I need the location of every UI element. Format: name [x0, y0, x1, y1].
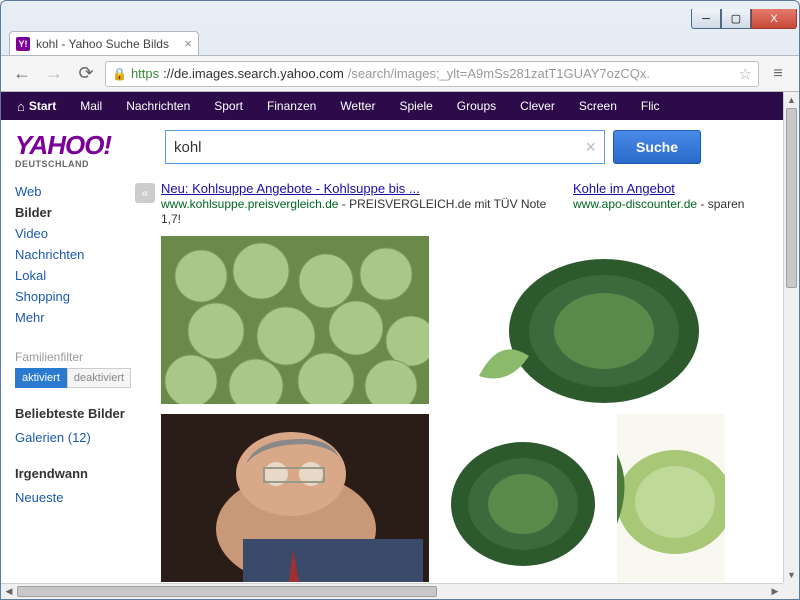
result-image[interactable]	[161, 236, 429, 404]
ynav-item[interactable]: Clever	[508, 92, 567, 120]
yahoo-nav: ⌂StartMailNachrichtenSportFinanzenWetter…	[1, 92, 783, 120]
result-image[interactable]	[439, 236, 725, 404]
collapse-col: «	[133, 181, 157, 583]
reload-button[interactable]: ⟳	[73, 61, 99, 87]
close-button[interactable]: X	[751, 9, 797, 29]
scroll-right-arrow[interactable]: ▶	[767, 584, 783, 599]
sidebar-category[interactable]: Shopping	[15, 286, 133, 307]
scroll-left-arrow[interactable]: ◀	[1, 584, 17, 599]
chrome-menu-button[interactable]: ≡	[765, 61, 791, 87]
results: Neu: Kohlsuppe Angebote - Kohlsuppe bis …	[157, 181, 769, 583]
forward-button[interactable]: →	[41, 61, 67, 87]
lock-icon: 🔒	[112, 67, 127, 81]
ynav-item[interactable]: Finanzen	[255, 92, 328, 120]
ynav-item[interactable]: Sport	[202, 92, 255, 120]
search-input[interactable]	[174, 139, 585, 156]
ad-url: www.kohlsuppe.preisvergleich.de	[161, 197, 338, 211]
ynav-item[interactable]: Groups	[445, 92, 508, 120]
ynav-item[interactable]: Flic	[629, 92, 672, 120]
popular-heading: Beliebteste Bilder	[15, 406, 133, 421]
scroll-corner	[783, 583, 799, 599]
result-image[interactable]	[439, 414, 607, 582]
search-box: × Suche	[165, 130, 769, 164]
page-content: ⌂StartMailNachrichtenSportFinanzenWetter…	[1, 91, 799, 599]
url-path: /search/images;_ylt=A9mSs281zatT1GUAY7oz…	[348, 66, 650, 81]
result-image[interactable]	[617, 414, 725, 582]
filter-on[interactable]: aktiviert	[15, 368, 67, 388]
browser-tab[interactable]: Y! kohl - Yahoo Suche Bilds ×	[9, 31, 199, 55]
ad-url: www.apo-discounter.de	[573, 197, 697, 211]
ynav-item[interactable]: ⌂Start	[5, 92, 68, 120]
ynav-item[interactable]: Mail	[68, 92, 114, 120]
bookmark-star-icon[interactable]: ☆	[739, 65, 752, 83]
tab-title: kohl - Yahoo Suche Bilds	[36, 37, 169, 51]
tab-strip: Y! kohl - Yahoo Suche Bilds ×	[1, 29, 799, 55]
ynav-item[interactable]: Wetter	[328, 92, 387, 120]
galleries-link[interactable]: Galerien (12)	[15, 427, 133, 448]
family-filter-label: Familienfilter	[15, 350, 133, 364]
scroll-up-arrow[interactable]: ▲	[784, 92, 799, 108]
sponsored-row: Neu: Kohlsuppe Angebote - Kohlsuppe bis …	[161, 181, 769, 226]
window-controls: ─ ▢ X	[691, 9, 797, 29]
sponsored-ad: Kohle im Angebot www.apo-discounter.de -…	[573, 181, 769, 226]
url-host: ://de.images.search.yahoo.com	[163, 66, 344, 81]
family-filter-toggle: aktiviertdeaktiviert	[15, 368, 133, 388]
browser-window: ─ ▢ X Y! kohl - Yahoo Suche Bilds × ← → …	[0, 0, 800, 600]
minimize-button[interactable]: ─	[691, 9, 721, 29]
scroll-thumb[interactable]	[786, 108, 797, 288]
sidebar-category[interactable]: Lokal	[15, 265, 133, 286]
toolbar: ← → ⟳ 🔒 https ://de.images.search.yahoo.c…	[1, 55, 799, 91]
maximize-button[interactable]: ▢	[721, 9, 751, 29]
favicon: Y!	[16, 37, 30, 51]
url-bar[interactable]: 🔒 https ://de.images.search.yahoo.com/sea…	[105, 61, 759, 87]
home-icon: ⌂	[17, 99, 25, 114]
header-row: YAHOO! DEUTSCHLAND × Suche	[1, 120, 783, 169]
collapse-sidebar-button[interactable]: «	[135, 183, 155, 203]
ad-desc: - sparen	[697, 197, 744, 211]
body-row: WebBilderVideoNachrichtenLokalShoppingMe…	[1, 169, 783, 583]
viewport: ⌂StartMailNachrichtenSportFinanzenWetter…	[1, 92, 783, 583]
newest-link[interactable]: Neueste	[15, 487, 133, 508]
sidebar-category[interactable]: Mehr	[15, 307, 133, 328]
scroll-thumb[interactable]	[17, 586, 437, 597]
sidebar-category[interactable]: Web	[15, 181, 133, 202]
ynav-item[interactable]: Screen	[567, 92, 629, 120]
search-button[interactable]: Suche	[613, 130, 701, 164]
sidebar-category[interactable]: Nachrichten	[15, 244, 133, 265]
image-grid	[161, 236, 769, 582]
ad-title[interactable]: Neu: Kohlsuppe Angebote - Kohlsuppe bis …	[161, 181, 420, 196]
ad-title[interactable]: Kohle im Angebot	[573, 181, 675, 196]
sidebar: WebBilderVideoNachrichtenLokalShoppingMe…	[15, 181, 133, 583]
anytime-heading: Irgendwann	[15, 466, 133, 481]
image-row	[161, 414, 769, 582]
image-row	[161, 236, 769, 404]
ynav-item[interactable]: Spiele	[387, 92, 444, 120]
logo-bang: !	[103, 130, 112, 160]
logo[interactable]: YAHOO! DEUTSCHLAND	[15, 130, 165, 169]
filter-off[interactable]: deaktiviert	[67, 368, 131, 388]
vertical-scrollbar[interactable]: ▲ ▼	[783, 92, 799, 583]
url-scheme: https	[131, 66, 159, 81]
result-image[interactable]	[161, 414, 429, 582]
back-button[interactable]: ←	[9, 61, 35, 87]
ynav-item[interactable]: Nachrichten	[114, 92, 202, 120]
sidebar-category[interactable]: Video	[15, 223, 133, 244]
sponsored-ad: Neu: Kohlsuppe Angebote - Kohlsuppe bis …	[161, 181, 553, 226]
scroll-down-arrow[interactable]: ▼	[784, 567, 799, 583]
clear-search-icon[interactable]: ×	[585, 137, 596, 158]
horizontal-scrollbar[interactable]: ◀ ▶	[1, 583, 783, 599]
titlebar: ─ ▢ X	[1, 1, 799, 29]
sidebar-category[interactable]: Bilder	[15, 202, 133, 223]
logo-text: YAHOO	[15, 130, 103, 160]
search-input-wrap: ×	[165, 130, 605, 164]
tab-close-icon[interactable]: ×	[184, 36, 192, 51]
search-area: × Suche	[165, 130, 769, 169]
